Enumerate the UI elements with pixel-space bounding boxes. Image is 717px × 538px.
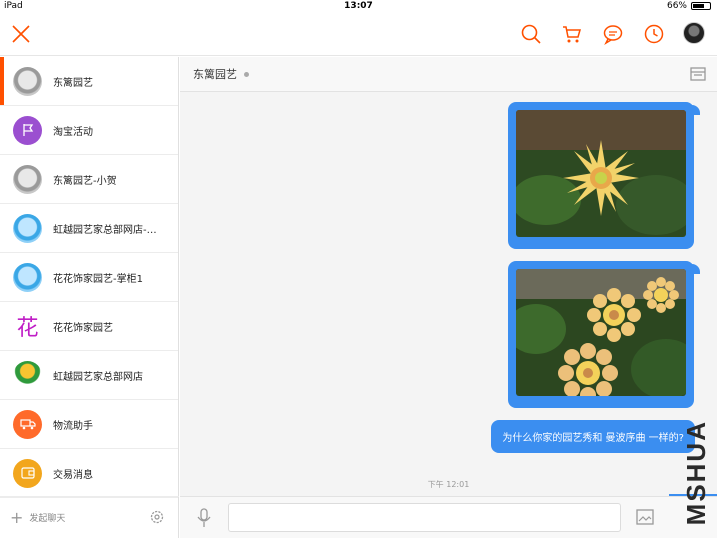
chat-title: 东篱园艺	[193, 68, 237, 81]
conversation-item[interactable]: 花 花花饰家园艺	[0, 302, 178, 351]
conversation-item[interactable]: 东篱园艺	[0, 57, 178, 106]
top-toolbar	[0, 14, 717, 56]
watermark: MSHUA	[681, 420, 711, 526]
wallet-icon	[13, 458, 42, 488]
chat-panel: 东篱园艺 为什么你家的园艺秀和 曼波序曲 一样的? 下午 12:01	[180, 57, 717, 538]
store-logo-icon	[13, 360, 42, 390]
online-status-icon	[244, 71, 249, 77]
conversation-name: 虹越园艺家总部网店-…	[53, 224, 157, 236]
conversation-item[interactable]: 花花饰家园艺-掌柜1	[0, 253, 178, 302]
image-message[interactable]	[506, 261, 701, 408]
status-right: 66%	[667, 1, 711, 11]
clock: 13:07	[344, 1, 373, 11]
shop-avatar-icon	[13, 66, 42, 96]
status-bar: iPad 13:07 66%	[0, 0, 717, 14]
start-chat-button[interactable]: + 发起聊天	[0, 496, 179, 538]
conversation-item[interactable]: 虹越园艺家总部网店	[0, 351, 178, 400]
search-icon[interactable]	[519, 22, 543, 46]
image-message[interactable]	[508, 102, 696, 249]
gear-icon[interactable]	[149, 509, 165, 525]
battery-percent: 66%	[666, 1, 687, 11]
start-chat-label: 发起聊天	[29, 514, 66, 524]
close-icon[interactable]	[10, 23, 32, 45]
conversation-name: 花花饰家园艺	[53, 322, 113, 334]
cart-icon[interactable]	[560, 22, 584, 46]
conversation-item[interactable]: 东篱园艺-小贺	[0, 155, 178, 204]
conversation-name: 花花饰家园艺-掌柜1	[53, 273, 143, 285]
bubble-tail	[692, 105, 700, 115]
message-icon[interactable]	[601, 22, 625, 46]
input-bar	[180, 496, 717, 538]
conversation-item[interactable]: 交易消息	[0, 449, 178, 498]
hua-logo-icon: 花	[13, 311, 42, 341]
dahlia-flowers-photo	[506, 269, 701, 403]
conversation-name: 虹越园艺家总部网店	[53, 371, 143, 383]
flag-icon	[13, 115, 42, 145]
conversation-item[interactable]: 虹越园艺家总部网店-…	[0, 204, 178, 253]
conversation-name: 交易消息	[53, 469, 93, 481]
conversation-name: 东篱园艺	[53, 77, 93, 89]
microphone-icon[interactable]	[196, 508, 212, 528]
conversation-item[interactable]: 物流助手	[0, 400, 178, 449]
conversation-list: 东篱园艺 淘宝活动 东篱园艺-小贺 虹越园艺家总部网店-… 花花饰家园艺-掌柜1…	[0, 57, 179, 538]
conversation-name: 物流助手	[53, 420, 93, 432]
conversation-name: 淘宝活动	[53, 126, 93, 138]
plus-icon: +	[10, 508, 24, 527]
chat-header: 东篱园艺	[180, 57, 717, 92]
battery-icon	[691, 2, 711, 10]
text-message[interactable]: 为什么你家的园艺秀和 曼波序曲 一样的?	[491, 420, 695, 453]
conversation-item[interactable]: 淘宝活动	[0, 106, 178, 155]
shop-avatar-icon	[13, 262, 42, 292]
store-icon[interactable]	[689, 65, 707, 83]
message-input[interactable]	[228, 503, 621, 532]
shop-avatar-icon	[13, 164, 42, 194]
avatar[interactable]	[683, 22, 705, 44]
message-timestamp: 下午 12:01	[427, 480, 470, 489]
conversation-name: 东篱园艺-小贺	[53, 175, 117, 187]
shop-avatar-icon	[13, 213, 42, 243]
bubble-tail	[692, 264, 700, 274]
history-icon[interactable]	[642, 22, 666, 46]
toolbar-actions	[519, 22, 705, 46]
dahlia-flower-photo	[511, 110, 696, 237]
image-picker-icon[interactable]	[636, 509, 654, 525]
truck-icon	[13, 409, 42, 439]
